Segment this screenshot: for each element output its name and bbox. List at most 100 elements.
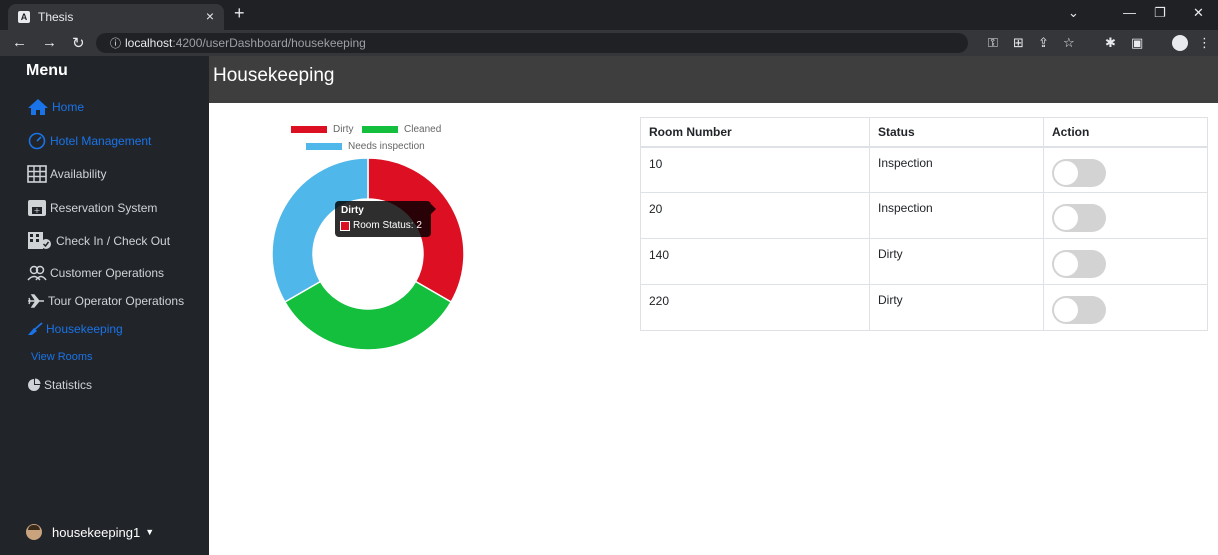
password-key-icon[interactable]: ⚿ <box>988 35 998 51</box>
status-cell: Dirty <box>869 284 1044 331</box>
menu-title: Menu <box>26 62 68 79</box>
share-icon[interactable]: ⇪ <box>1038 35 1049 51</box>
avatar <box>26 524 42 540</box>
toggle-knob <box>1054 298 1078 322</box>
sidebar-item-label: Check In / Check Out <box>56 233 171 248</box>
sidebar-item-tour-operator-operations[interactable]: Tour Operator Operations <box>27 294 184 308</box>
column-header-action[interactable]: Action <box>1043 117 1208 148</box>
status-cell: Inspection <box>869 146 1044 193</box>
status-toggle-switch[interactable] <box>1052 250 1106 278</box>
legend-swatch <box>306 143 342 150</box>
page-title: Housekeeping <box>213 65 335 86</box>
table-row: 20 Inspection <box>640 192 1208 239</box>
sidebar-item-label: Home <box>52 100 85 114</box>
table-row: 10 Inspection <box>640 146 1208 193</box>
action-cell <box>1043 284 1208 331</box>
room-number-cell: 220 <box>640 284 870 331</box>
status-toggle-switch[interactable] <box>1052 158 1106 187</box>
sidebar-item-availability[interactable]: Availability <box>27 165 106 183</box>
extensions-icon[interactable]: ✱ <box>1105 35 1116 51</box>
room-number-cell: 10 <box>640 146 870 193</box>
url-field[interactable]: ⓘ localhost:4200/userDashboard/housekeepi… <box>96 33 968 53</box>
action-cell <box>1043 238 1208 285</box>
tooltip-label: Room Status: 2 <box>353 220 422 231</box>
tab-close-icon[interactable]: × <box>206 8 214 24</box>
legend-label: Cleaned <box>404 124 442 135</box>
caret-down-icon: ▼ <box>145 527 155 537</box>
page-header: Housekeeping <box>209 56 1218 103</box>
url-path: :4200/userDashboard/housekeeping <box>172 36 366 50</box>
sidebar-item-label: Tour Operator Operations <box>48 294 185 308</box>
legend-swatch <box>362 126 398 133</box>
legend-swatch <box>291 126 327 133</box>
sidebar-item-label: Statistics <box>44 378 93 392</box>
new-tab-icon[interactable]: + <box>234 3 245 24</box>
sidebar: Menu Home Hotel Management Availability … <box>0 56 209 555</box>
submenu-view-rooms[interactable]: View Rooms <box>31 351 93 363</box>
status-cell: Dirty <box>869 238 1044 285</box>
tab-title: Thesis <box>38 10 74 24</box>
sidebar-item-statistics[interactable]: Statistics <box>27 378 92 392</box>
sidebar-item-housekeeping[interactable]: Housekeeping <box>27 322 123 336</box>
back-icon[interactable]: ← <box>12 34 27 51</box>
svg-text:+: + <box>34 206 41 215</box>
user-name: housekeeping1 <box>52 524 141 540</box>
column-header-status[interactable]: Status <box>869 117 1044 148</box>
tooltip-title: Dirty <box>341 205 364 216</box>
column-header-room-number[interactable]: Room Number <box>640 117 870 148</box>
table-row: 140 Dirty <box>640 238 1208 285</box>
legend-item-dirty[interactable]: Dirty <box>291 124 354 135</box>
chrome-menu-icon[interactable]: ⋮ <box>1198 35 1211 51</box>
profile-icon[interactable] <box>1172 35 1188 51</box>
side-panel-icon[interactable]: ▣ <box>1131 35 1143 51</box>
window-close-icon[interactable]: ✕ <box>1193 5 1204 21</box>
translate-icon[interactable]: ⊞ <box>1013 35 1024 51</box>
broom-icon <box>28 322 43 335</box>
action-cell <box>1043 192 1208 239</box>
sidebar-item-label: Reservation System <box>50 200 158 215</box>
restore-icon[interactable]: ❐ <box>1154 5 1166 21</box>
sidebar-item-label: Availability <box>50 167 107 181</box>
building-check-icon <box>28 232 51 249</box>
sidebar-item-reservation-system[interactable]: + Reservation System <box>27 198 157 217</box>
browser-tab-bar: A Thesis × + ⌄ — ❐ ✕ <box>0 0 1218 30</box>
browser-tab[interactable]: A Thesis × <box>8 4 224 30</box>
toggle-knob <box>1054 160 1078 185</box>
sidebar-item-check-in-check-out[interactable]: Check In / Check Out <box>27 231 170 250</box>
table-header-row: Room Number Status Action <box>640 117 1208 148</box>
table-icon <box>27 165 47 183</box>
dashboard-icon <box>28 132 46 150</box>
doughnut-slice-cleaned[interactable] <box>283 280 453 351</box>
bookmark-star-icon[interactable]: ☆ <box>1063 35 1075 51</box>
toggle-knob <box>1054 206 1078 230</box>
address-bar: ← → ↻ ⓘ localhost:4200/userDashboard/hous… <box>0 30 1218 56</box>
sidebar-item-home[interactable]: Home <box>27 98 84 116</box>
chart-tooltip: Dirty Room Status: 2 <box>335 201 436 237</box>
tooltip-swatch <box>340 220 350 231</box>
forward-icon[interactable]: → <box>42 34 57 51</box>
toggle-knob <box>1054 252 1078 276</box>
status-toggle-switch[interactable] <box>1052 204 1106 232</box>
minimize-icon[interactable]: — <box>1123 5 1136 20</box>
tab-search-icon[interactable]: ⌄ <box>1068 5 1079 21</box>
plane-icon <box>28 294 44 308</box>
reload-icon[interactable]: ↻ <box>72 34 85 52</box>
sidebar-item-label: Hotel Management <box>50 134 152 148</box>
room-number-cell: 20 <box>640 192 870 239</box>
room-number-cell: 140 <box>640 238 870 285</box>
status-cell: Inspection <box>869 192 1044 239</box>
sidebar-item-hotel-management[interactable]: Hotel Management <box>27 132 151 150</box>
user-menu[interactable]: housekeeping1 ▼ <box>26 524 154 540</box>
room-status-doughnut-chart <box>271 157 465 351</box>
pie-chart-icon <box>28 378 41 391</box>
sidebar-item-label: Customer Operations <box>50 266 165 280</box>
status-toggle-switch[interactable] <box>1052 296 1106 324</box>
legend-label: Dirty <box>333 124 354 135</box>
legend-item-cleaned[interactable]: Cleaned <box>362 124 441 135</box>
rooms-table: Room Number Status Action 10 Inspection … <box>640 117 1208 331</box>
sidebar-item-customer-operations[interactable]: Customer Operations <box>27 265 164 281</box>
home-icon <box>28 99 48 115</box>
site-info-icon[interactable]: ⓘ <box>110 38 121 50</box>
angular-favicon-icon: A <box>18 11 30 23</box>
calendar-icon: + <box>28 200 46 216</box>
